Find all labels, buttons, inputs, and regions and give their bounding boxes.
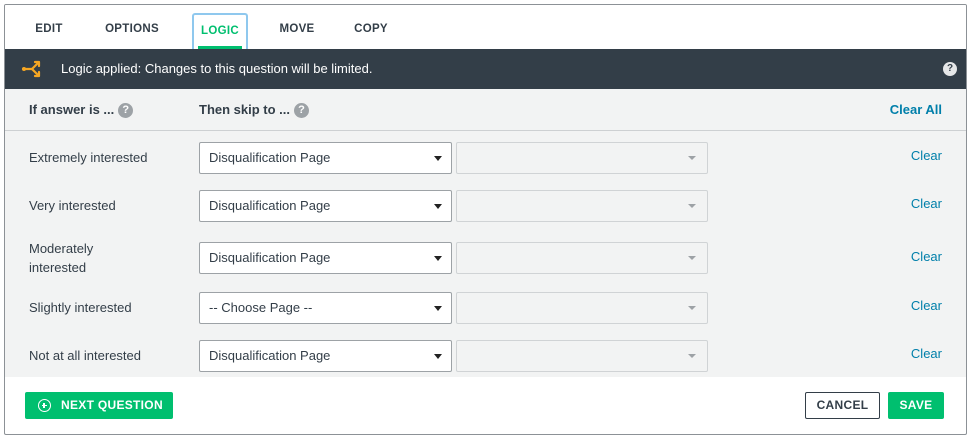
page-select[interactable]: -- Choose Page -- <box>199 292 452 324</box>
answer-label: Extremely interested <box>29 150 148 165</box>
plus-circle-icon <box>38 399 51 412</box>
question-select[interactable] <box>456 340 708 372</box>
clear-link[interactable]: Clear <box>911 196 942 211</box>
branch-logic-icon <box>21 60 41 78</box>
table-row: Not at all interested Disqualification P… <box>5 336 966 372</box>
clear-all-link[interactable]: Clear All <box>890 89 942 131</box>
skip-column-header: Then skip to ...? <box>199 89 310 131</box>
clear-link[interactable]: Clear <box>911 249 942 264</box>
cancel-button[interactable]: CANCEL <box>805 392 880 419</box>
clear-link[interactable]: Clear <box>911 298 942 313</box>
page-select[interactable]: Disqualification Page <box>199 340 452 372</box>
caret-down-icon <box>434 156 442 161</box>
page-select[interactable]: Disqualification Page <box>199 242 452 274</box>
tab-logic[interactable]: LOGIC <box>192 13 248 49</box>
help-icon[interactable]: ? <box>118 103 134 118</box>
help-icon[interactable]: ? <box>294 103 310 118</box>
caret-down-icon <box>434 306 442 311</box>
caret-down-icon <box>434 204 442 209</box>
answer-label: Not at all interested <box>29 348 142 363</box>
table-row: Slightly interested -- Choose Page -- Cl… <box>5 288 966 324</box>
next-question-button[interactable]: NEXT QUESTION <box>25 392 173 419</box>
answer-label: Moderately interested <box>29 241 94 275</box>
table-row: Extremely interested Disqualification Pa… <box>5 138 966 174</box>
table-header: If answer is ...? Then skip to ...? Clea… <box>5 89 966 131</box>
tab-options[interactable]: OPTIONS <box>98 5 166 49</box>
next-question-label: NEXT QUESTION <box>61 398 163 412</box>
tab-bar: EDIT OPTIONS LOGIC MOVE COPY <box>5 5 966 49</box>
page-select[interactable]: Disqualification Page <box>199 190 452 222</box>
caret-down-icon <box>688 306 696 310</box>
answer-label: Slightly interested <box>29 300 132 315</box>
save-button[interactable]: SAVE <box>888 392 944 419</box>
table-row: Very interested Disqualification Page Cl… <box>5 186 966 222</box>
question-select[interactable] <box>456 242 708 274</box>
tab-move[interactable]: MOVE <box>272 5 322 49</box>
caret-down-icon <box>688 156 696 160</box>
table-row: Moderately interested Disqualification P… <box>5 234 966 280</box>
answer-column-header: If answer is ...? <box>29 89 134 131</box>
caret-down-icon <box>434 256 442 261</box>
logic-applied-banner: Logic applied: Changes to this question … <box>5 49 966 89</box>
help-icon[interactable]: ? <box>943 62 957 76</box>
question-select[interactable] <box>456 292 708 324</box>
question-select[interactable] <box>456 142 708 174</box>
tab-edit[interactable]: EDIT <box>26 5 72 49</box>
skip-logic-table: If answer is ...? Then skip to ...? Clea… <box>5 89 966 377</box>
clear-link[interactable]: Clear <box>911 346 942 361</box>
answer-label: Very interested <box>29 198 116 213</box>
clear-link[interactable]: Clear <box>911 148 942 163</box>
caret-down-icon <box>688 204 696 208</box>
tab-copy[interactable]: COPY <box>346 5 396 49</box>
caret-down-icon <box>688 354 696 358</box>
banner-message: Logic applied: Changes to this question … <box>61 61 373 76</box>
page-select[interactable]: Disqualification Page <box>199 142 452 174</box>
question-select[interactable] <box>456 190 708 222</box>
logic-editor: EDIT OPTIONS LOGIC MOVE COPY Logic appli… <box>4 4 967 435</box>
caret-down-icon <box>434 354 442 359</box>
caret-down-icon <box>688 256 696 260</box>
